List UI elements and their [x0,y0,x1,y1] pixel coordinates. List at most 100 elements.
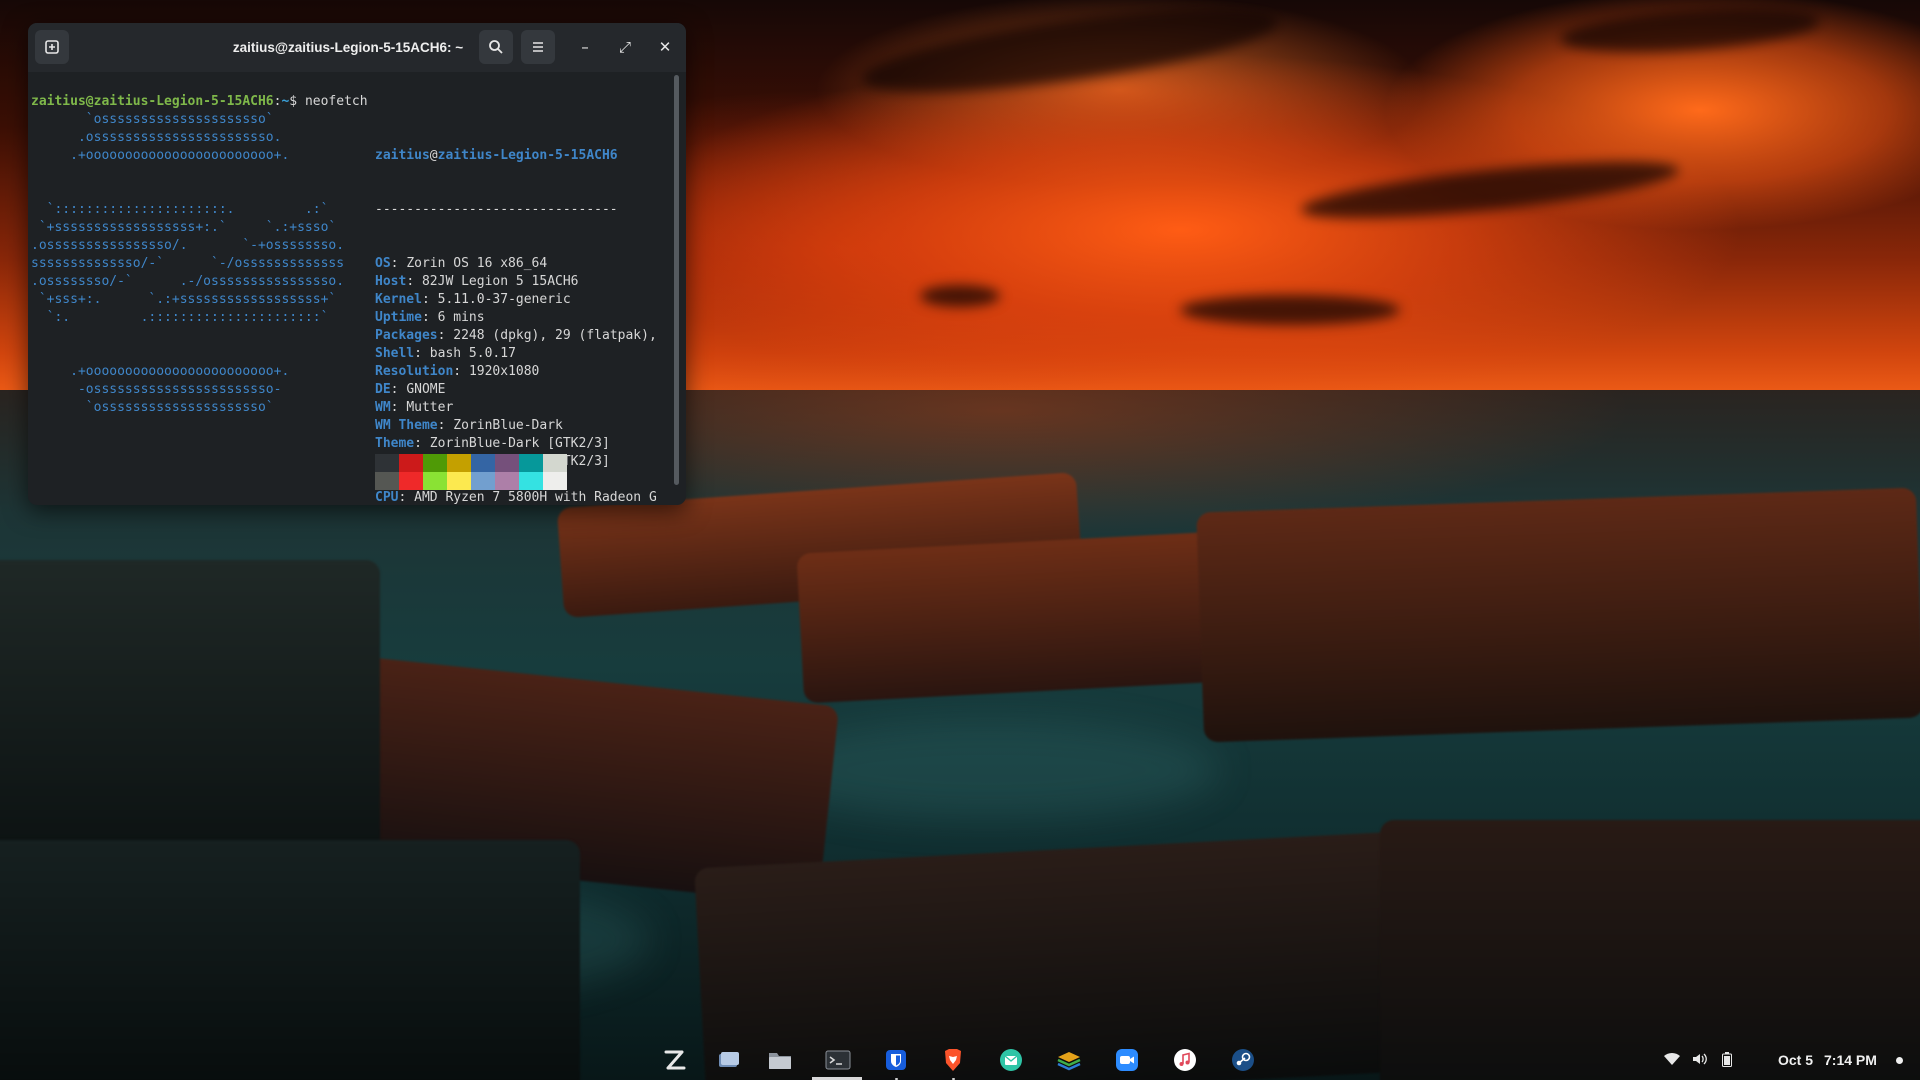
palette-swatch [495,454,519,472]
info-value: 2248 (dpkg), 29 (flatpak), [453,328,657,343]
notification-dot[interactable] [1896,1057,1903,1064]
steam-icon [1232,1049,1254,1071]
date-label[interactable]: Oct 5 [1778,1040,1813,1080]
ascii-logo-line: `+sss+:. `.:+ssssssssssssssssss+` [31,292,337,307]
palette-swatch [447,454,471,472]
palette-swatch [375,454,399,472]
bitwarden-button[interactable] [881,1045,911,1075]
info-line: Shell: bash 5.0.17 [375,345,657,363]
info-value: 1920x1080 [468,364,540,379]
terminal-titlebar[interactable]: zaitius@zaitius-Legion-5-15ACH6: ~ – ⤢ ✕ [28,23,686,72]
palette-swatch [399,454,423,472]
ascii-logo-line: .+oooooooooooooooooooooooo+. [31,148,290,163]
info-key: WM Theme [375,418,438,433]
info-colon: : [414,436,430,451]
terminal-scrollbar[interactable] [674,75,679,485]
info-key: OS [375,256,391,271]
ascii-logo-line: `:. .::::::::::::::::::::::` [31,310,329,325]
files-icon [769,1053,791,1069]
volume-icon[interactable] [1692,1052,1708,1066]
info-key: Shell [375,346,415,361]
layers-app-button[interactable] [1054,1045,1084,1075]
info-key: Uptime [375,310,422,325]
mail-button[interactable] [996,1045,1026,1075]
info-line: WM: Mutter [375,399,657,417]
steam-button[interactable] [1228,1045,1258,1075]
search-button[interactable] [479,30,513,64]
rock [1196,487,1920,743]
palette-swatch [471,454,495,472]
palette-swatch [423,472,447,490]
ascii-logo-line: `osssssssssssssssssssso` [31,112,274,127]
ascii-logo-line [31,183,344,201]
zoom-button[interactable] [1112,1045,1142,1075]
command-prompt: zaitius@zaitius-Legion-5-15ACH6:~$ neofe… [31,93,368,111]
ascii-logo-line: .osssssssssssssssssssssso. [31,130,282,145]
info-colon: : [437,418,454,433]
zorin-menu-icon [664,1050,686,1070]
terminal-window[interactable]: zaitius@zaitius-Legion-5-15ACH6: ~ – ⤢ ✕… [28,23,686,505]
files-button[interactable] [765,1045,795,1075]
prompt-user: zaitius@zaitius-Legion-5-15ACH6 [31,94,274,109]
ascii-logo-line: ssssssssssssso/-` `-/osssssssssssss [31,256,345,271]
rock [0,560,380,860]
command-text: neofetch [304,94,368,109]
cloud [920,285,1000,307]
zorin-ascii-logo: `osssssssssssssssssssso` .osssssssssssss… [31,111,344,417]
battery-icon[interactable] [1722,1052,1732,1067]
music-button[interactable] [1170,1045,1200,1075]
info-colon: : [453,364,469,379]
ascii-logo-line: .ossssssso/-` .-/ossssssssssssssso. [31,274,345,289]
info-colon: : [406,274,422,289]
palette-swatch [399,472,423,490]
info-key: Kernel [375,292,422,307]
close-button[interactable]: ✕ [648,30,682,64]
info-line: WM Theme: ZorinBlue-Dark [375,417,657,435]
palette-swatch [471,472,495,490]
palette-swatch [423,454,447,472]
brave-button[interactable] [938,1045,968,1075]
new-tab-button[interactable] [35,30,69,64]
info-key: DE [375,382,391,397]
header-host: zaitius-Legion-5-15ACH6 [437,148,618,163]
info-line: Uptime: 6 mins [375,309,657,327]
info-line: Kernel: 5.11.0-37-generic [375,291,657,309]
close-icon: ✕ [658,38,672,56]
info-key: Packages [375,328,438,343]
menu-button[interactable] [521,30,555,64]
layers-app-icon [1057,1052,1081,1071]
ascii-logo-line: .+oooooooooooooooooooooooo+. [31,364,290,379]
terminal-output[interactable]: zaitius@zaitius-Legion-5-15ACH6:~$ neofe… [28,72,676,505]
palette-swatch [543,454,567,472]
multitasking-button[interactable] [714,1045,744,1075]
color-palette [375,454,567,490]
wifi-icon[interactable] [1664,1052,1680,1066]
info-value: 82JW Legion 5 15ACH6 [421,274,579,289]
info-value: Zorin OS 16 x86_64 [406,256,548,271]
taskbar: Oct 5 7:14 PM [0,1040,1920,1080]
info-value: bash 5.0.17 [429,346,516,361]
palette-swatch [375,472,399,490]
bitwarden-icon [886,1050,906,1070]
ascii-logo-line: `::::::::::::::::::::::. .:` [31,202,329,217]
info-colon: : [437,328,454,343]
ascii-logo-line: -osssssssssssssssssssssso- [31,382,282,397]
info-separator: ------------------------------- [375,202,618,217]
info-value: GNOME [406,382,446,397]
minimize-button[interactable]: – [568,30,602,64]
header-at: @ [429,148,438,163]
terminal-button[interactable] [823,1045,853,1075]
maximize-button[interactable]: ⤢ [608,30,642,64]
terminal-icon [825,1050,851,1070]
zorin-menu-button[interactable] [660,1045,690,1075]
info-colon: : [421,292,438,307]
info-key: CPU [375,490,399,505]
palette-swatch [495,472,519,490]
new-tab-icon [45,40,59,54]
time-label[interactable]: 7:14 PM [1824,1040,1877,1080]
prompt-symbol: $ [289,94,305,109]
ascii-logo-line: `osssssssssssssssssssso` [31,400,274,415]
info-value: ZorinBlue-Dark [GTK2/3] [429,436,610,451]
info-key: Theme [375,436,415,451]
ascii-logo-line [31,327,344,345]
